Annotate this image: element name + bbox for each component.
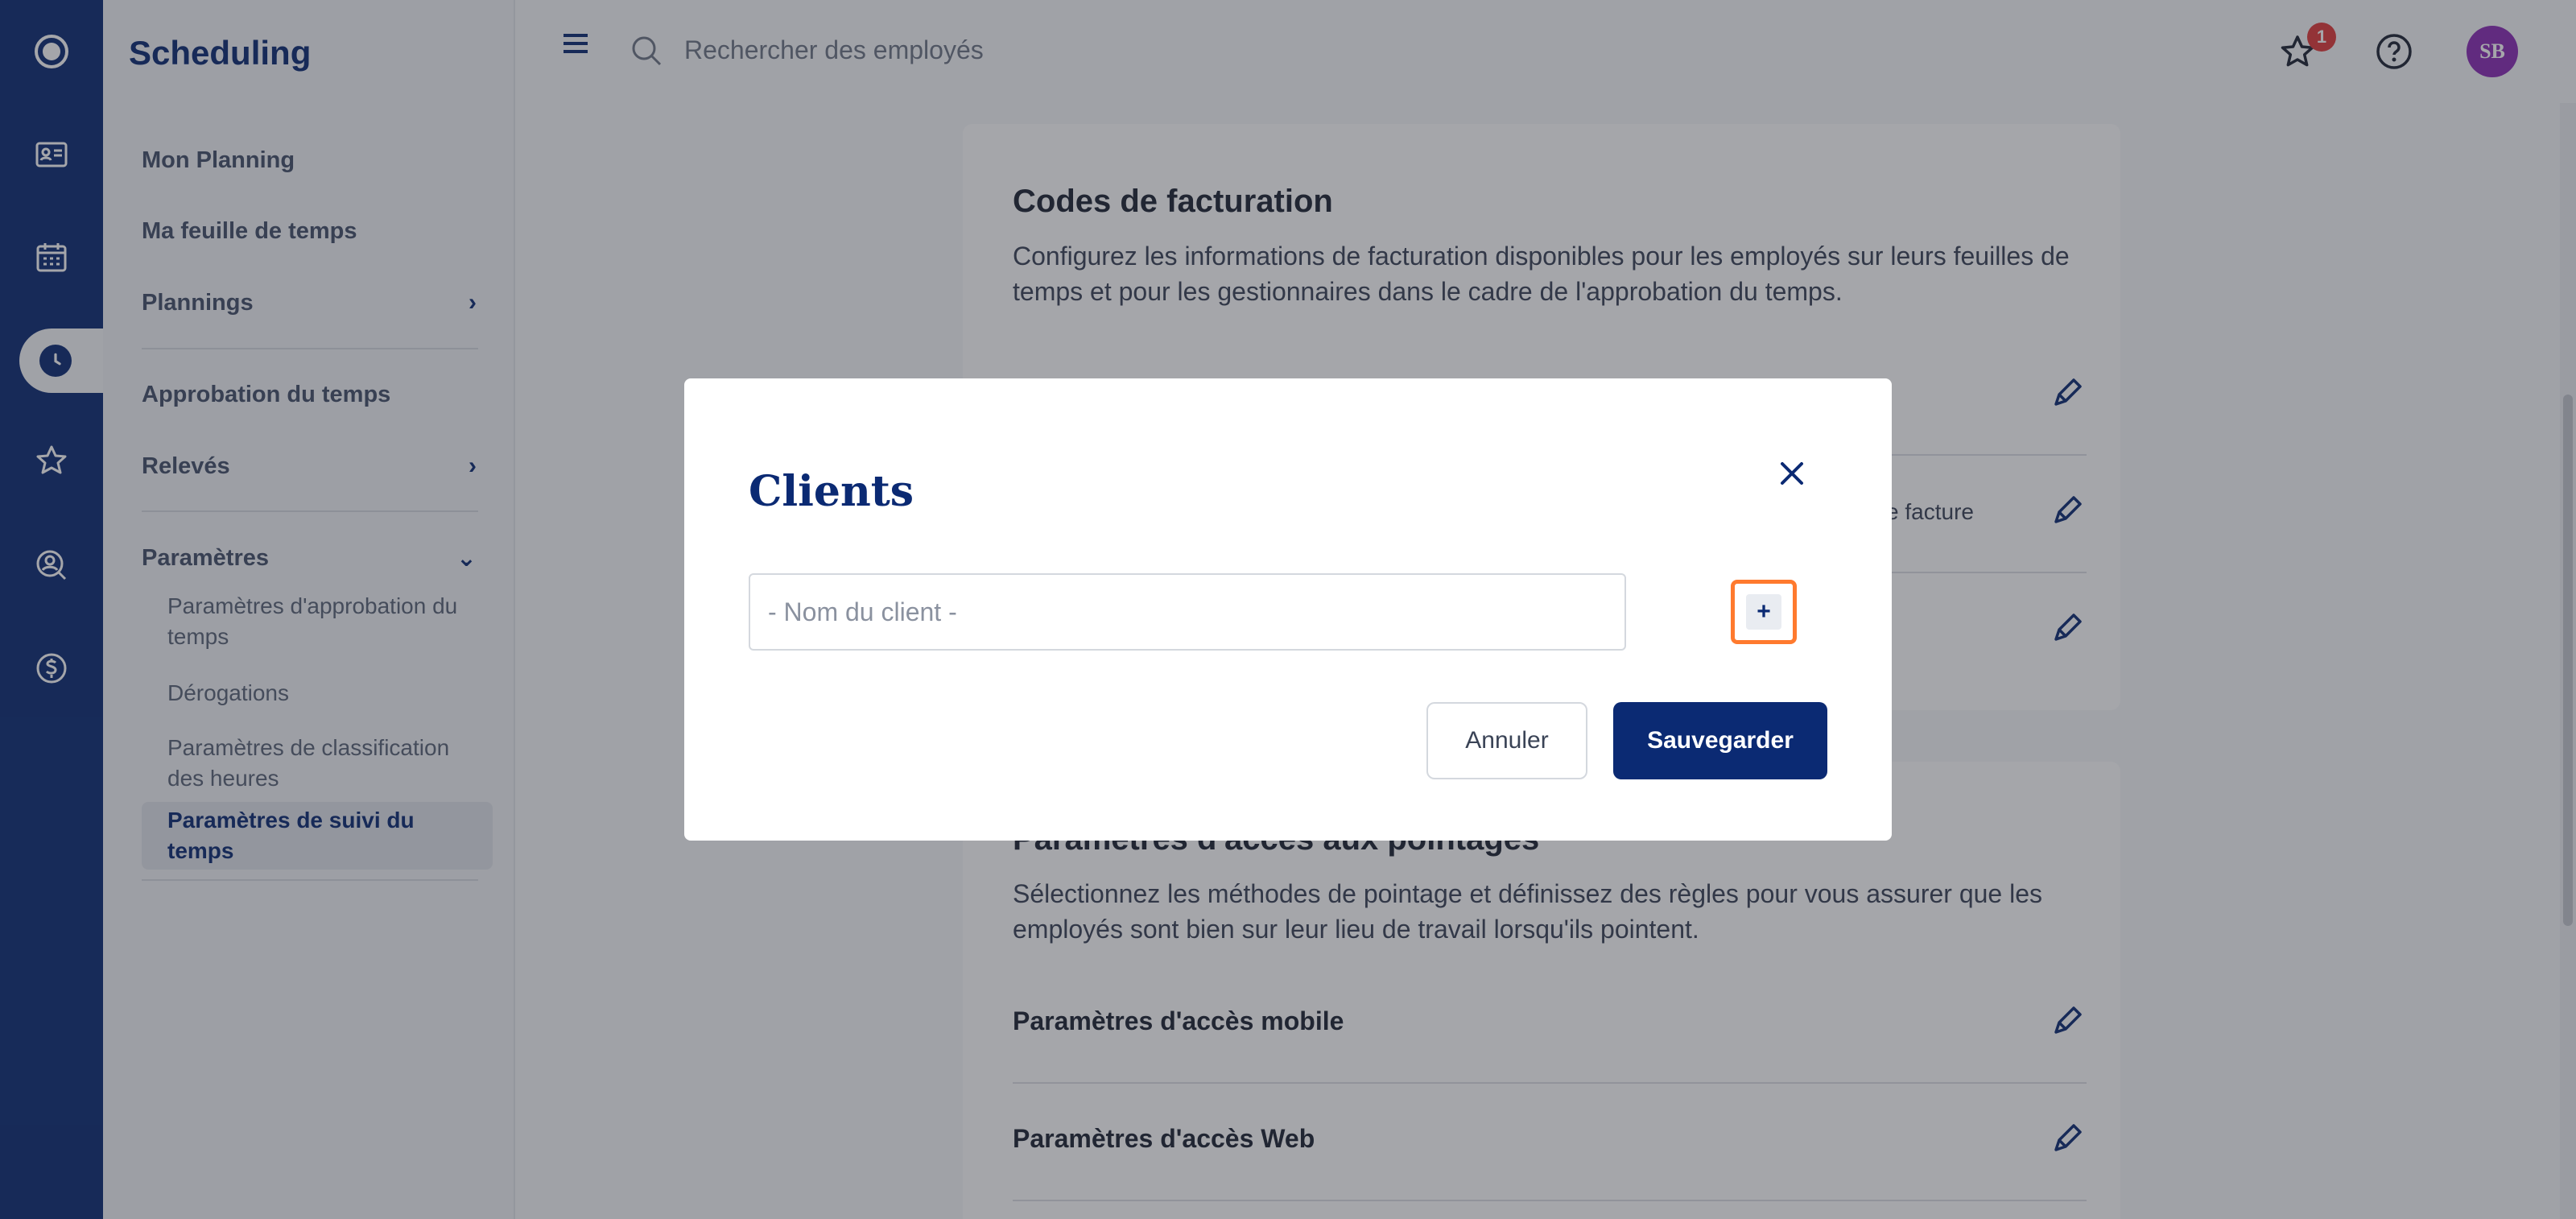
client-name-input[interactable] [749, 573, 1626, 651]
close-icon [1781, 462, 1803, 485]
save-button[interactable]: Sauvegarder [1613, 702, 1827, 779]
close-button[interactable] [1768, 449, 1816, 498]
plus-icon: + [1746, 594, 1781, 630]
modal-title: Clients [749, 467, 914, 516]
cancel-button[interactable]: Annuler [1426, 702, 1587, 779]
add-client-button[interactable]: + [1731, 580, 1797, 644]
clients-modal: Clients + Annuler Sauvegarder [684, 378, 1892, 841]
